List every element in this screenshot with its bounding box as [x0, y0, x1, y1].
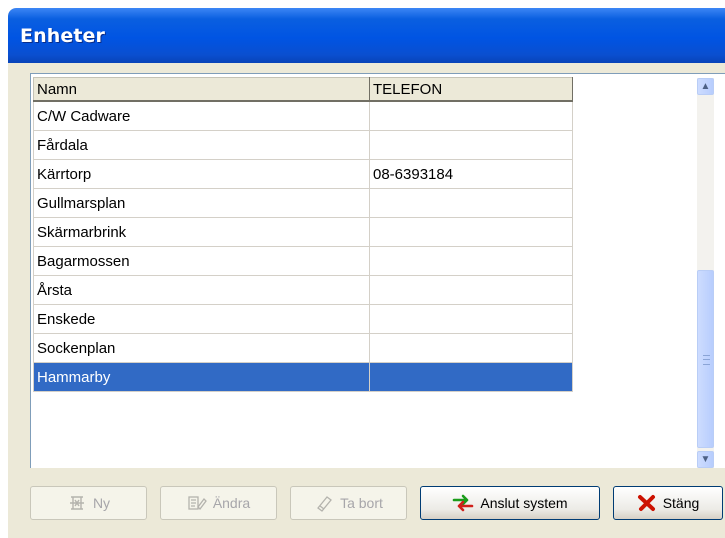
cell-telefon	[369, 275, 573, 305]
cell-namn: Gullmarsplan	[33, 188, 370, 218]
units-table: Namn TELEFON C/W Cadware Fårdala Kärrtor…	[33, 77, 573, 392]
table-row[interactable]: Enskede	[33, 304, 573, 334]
table-row[interactable]: Årsta	[33, 275, 573, 305]
new-button-label: Ny	[92, 495, 111, 511]
cell-telefon	[369, 304, 573, 334]
table-row-selected[interactable]: Hammarby	[33, 362, 573, 392]
enheter-window: Enheter Namn TELEFON C/W Cadware Fårdala…	[8, 8, 725, 538]
cell-telefon	[369, 217, 573, 247]
table-row[interactable]: Bagarmossen	[33, 246, 573, 276]
edit-icon	[187, 494, 207, 512]
cell-namn: Sockenplan	[33, 333, 370, 363]
cell-telefon: 08-6393184	[369, 159, 573, 189]
table-row[interactable]: Kärrtorp 08-6393184	[33, 159, 573, 189]
cell-namn: C/W Cadware	[33, 100, 370, 131]
new-record-icon	[67, 494, 87, 512]
edit-button[interactable]: Ändra	[160, 486, 277, 520]
cell-namn: Hammarby	[33, 362, 370, 392]
table-row[interactable]: Skärmarbrink	[33, 217, 573, 247]
chevron-down-icon: ▼	[700, 454, 711, 465]
cell-namn: Årsta	[33, 275, 370, 305]
new-button[interactable]: Ny	[30, 486, 147, 520]
window-title: Enheter	[20, 25, 105, 47]
column-header-namn[interactable]: Namn	[33, 77, 370, 102]
grip-icon	[703, 355, 710, 365]
connect-system-button[interactable]: Anslut system	[420, 486, 600, 520]
table-row[interactable]: Sockenplan	[33, 333, 573, 363]
units-list[interactable]: Namn TELEFON C/W Cadware Fårdala Kärrtor…	[30, 73, 725, 468]
column-header-telefon[interactable]: TELEFON	[369, 77, 573, 102]
connect-system-button-label: Anslut system	[480, 495, 568, 511]
cell-namn: Enskede	[33, 304, 370, 334]
cell-telefon	[369, 100, 573, 131]
delete-button-label: Ta bort	[340, 495, 383, 511]
vertical-scrollbar[interactable]: ▲ ▼	[697, 78, 714, 468]
chevron-up-icon: ▲	[700, 81, 711, 92]
cell-namn: Bagarmossen	[33, 246, 370, 276]
edit-button-label: Ändra	[212, 495, 251, 511]
scroll-up-button[interactable]: ▲	[697, 78, 714, 95]
cell-namn: Fårdala	[33, 130, 370, 160]
table-row[interactable]: Gullmarsplan	[33, 188, 573, 218]
table-row[interactable]: C/W Cadware	[33, 100, 573, 131]
eraser-icon	[314, 494, 334, 512]
cell-telefon	[369, 333, 573, 363]
close-x-icon	[637, 494, 657, 512]
cell-telefon	[369, 130, 573, 160]
cell-telefon	[369, 188, 573, 218]
close-button[interactable]: Stäng	[613, 486, 723, 520]
cell-namn: Kärrtorp	[33, 159, 370, 189]
table-header-row: Namn TELEFON	[33, 77, 573, 102]
cell-telefon	[369, 362, 573, 392]
cell-namn: Skärmarbrink	[33, 217, 370, 247]
scrollbar-thumb[interactable]	[697, 270, 714, 448]
cell-telefon	[369, 246, 573, 276]
title-bar[interactable]: Enheter	[8, 8, 725, 63]
scroll-down-button[interactable]: ▼	[697, 451, 714, 468]
close-button-label: Stäng	[662, 495, 700, 511]
table-row[interactable]: Fårdala	[33, 130, 573, 160]
connect-arrows-icon	[452, 494, 474, 512]
delete-button[interactable]: Ta bort	[290, 486, 407, 520]
